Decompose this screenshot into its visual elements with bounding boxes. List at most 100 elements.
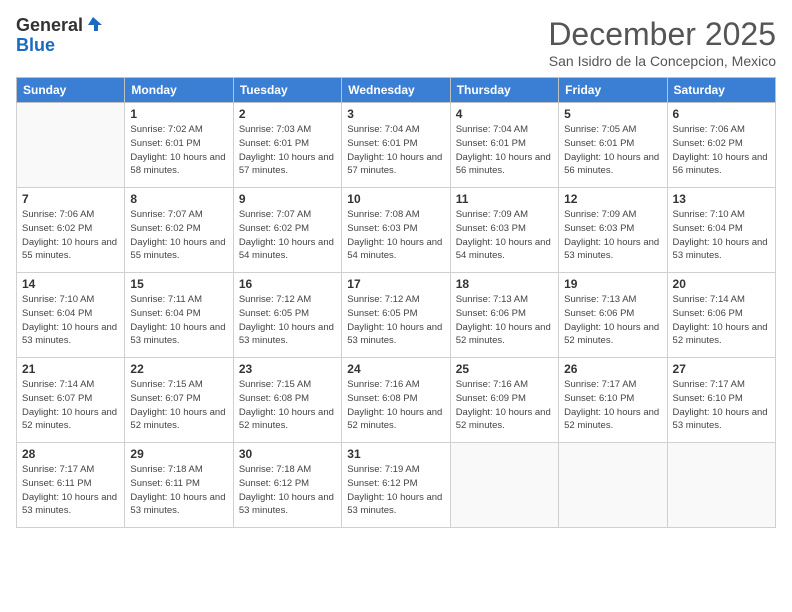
day-number: 21 xyxy=(22,362,119,376)
day-info: Sunrise: 7:07 AMSunset: 6:02 PMDaylight:… xyxy=(239,208,336,263)
calendar-cell: 27 Sunrise: 7:17 AMSunset: 6:10 PMDayligh… xyxy=(667,358,775,443)
calendar-cell: 9 Sunrise: 7:07 AMSunset: 6:02 PMDaylight… xyxy=(233,188,341,273)
day-number: 5 xyxy=(564,107,661,121)
calendar-cell: 5 Sunrise: 7:05 AMSunset: 6:01 PMDaylight… xyxy=(559,103,667,188)
calendar-cell: 1 Sunrise: 7:02 AMSunset: 6:01 PMDaylight… xyxy=(125,103,233,188)
calendar-table: SundayMondayTuesdayWednesdayThursdayFrid… xyxy=(16,77,776,528)
day-info: Sunrise: 7:18 AMSunset: 6:12 PMDaylight:… xyxy=(239,463,336,518)
calendar-cell xyxy=(667,443,775,528)
calendar-week-row: 28 Sunrise: 7:17 AMSunset: 6:11 PMDayligh… xyxy=(17,443,776,528)
day-number: 6 xyxy=(673,107,770,121)
calendar-header-row: SundayMondayTuesdayWednesdayThursdayFrid… xyxy=(17,78,776,103)
calendar-cell: 16 Sunrise: 7:12 AMSunset: 6:05 PMDayligh… xyxy=(233,273,341,358)
day-number: 13 xyxy=(673,192,770,206)
day-info: Sunrise: 7:15 AMSunset: 6:08 PMDaylight:… xyxy=(239,378,336,433)
day-header-friday: Friday xyxy=(559,78,667,103)
day-header-thursday: Thursday xyxy=(450,78,558,103)
day-number: 19 xyxy=(564,277,661,291)
day-number: 22 xyxy=(130,362,227,376)
month-title: December 2025 xyxy=(548,16,776,53)
day-info: Sunrise: 7:13 AMSunset: 6:06 PMDaylight:… xyxy=(564,293,661,348)
day-header-monday: Monday xyxy=(125,78,233,103)
calendar-cell: 28 Sunrise: 7:17 AMSunset: 6:11 PMDayligh… xyxy=(17,443,125,528)
day-info: Sunrise: 7:12 AMSunset: 6:05 PMDaylight:… xyxy=(239,293,336,348)
day-info: Sunrise: 7:16 AMSunset: 6:09 PMDaylight:… xyxy=(456,378,553,433)
day-number: 8 xyxy=(130,192,227,206)
day-info: Sunrise: 7:17 AMSunset: 6:11 PMDaylight:… xyxy=(22,463,119,518)
calendar-cell: 20 Sunrise: 7:14 AMSunset: 6:06 PMDayligh… xyxy=(667,273,775,358)
day-info: Sunrise: 7:14 AMSunset: 6:06 PMDaylight:… xyxy=(673,293,770,348)
day-info: Sunrise: 7:11 AMSunset: 6:04 PMDaylight:… xyxy=(130,293,227,348)
day-number: 28 xyxy=(22,447,119,461)
day-info: Sunrise: 7:16 AMSunset: 6:08 PMDaylight:… xyxy=(347,378,444,433)
calendar-cell xyxy=(17,103,125,188)
page-header: General Blue December 2025 San Isidro de… xyxy=(16,16,776,69)
calendar-week-row: 7 Sunrise: 7:06 AMSunset: 6:02 PMDaylight… xyxy=(17,188,776,273)
calendar-cell: 4Sunrise: 7:04 AMSunset: 6:01 PMDaylight… xyxy=(450,103,558,188)
day-info: Sunrise: 7:19 AMSunset: 6:12 PMDaylight:… xyxy=(347,463,444,518)
calendar-cell: 19 Sunrise: 7:13 AMSunset: 6:06 PMDayligh… xyxy=(559,273,667,358)
calendar-cell: 2Sunrise: 7:03 AMSunset: 6:01 PMDaylight… xyxy=(233,103,341,188)
location-title: San Isidro de la Concepcion, Mexico xyxy=(548,53,776,69)
calendar-cell: 31 Sunrise: 7:19 AMSunset: 6:12 PMDayligh… xyxy=(342,443,450,528)
calendar-cell: 6Sunrise: 7:06 AMSunset: 6:02 PMDaylight… xyxy=(667,103,775,188)
calendar-cell: 24 Sunrise: 7:16 AMSunset: 6:08 PMDayligh… xyxy=(342,358,450,443)
day-number: 26 xyxy=(564,362,661,376)
day-info: Sunrise: 7:17 AMSunset: 6:10 PMDaylight:… xyxy=(673,378,770,433)
calendar-week-row: 21 Sunrise: 7:14 AMSunset: 6:07 PMDayligh… xyxy=(17,358,776,443)
day-header-tuesday: Tuesday xyxy=(233,78,341,103)
calendar-week-row: 14Sunrise: 7:10 AMSunset: 6:04 PMDayligh… xyxy=(17,273,776,358)
day-number: 14 xyxy=(22,277,119,291)
calendar-cell: 22 Sunrise: 7:15 AMSunset: 6:07 PMDayligh… xyxy=(125,358,233,443)
day-number: 11 xyxy=(456,192,553,206)
day-number: 12 xyxy=(564,192,661,206)
day-number: 10 xyxy=(347,192,444,206)
day-number: 27 xyxy=(673,362,770,376)
day-number: 4 xyxy=(456,107,553,121)
day-number: 25 xyxy=(456,362,553,376)
day-header-saturday: Saturday xyxy=(667,78,775,103)
day-number: 30 xyxy=(239,447,336,461)
day-info: Sunrise: 7:17 AMSunset: 6:10 PMDaylight:… xyxy=(564,378,661,433)
day-info: Sunrise: 7:14 AMSunset: 6:07 PMDaylight:… xyxy=(22,378,119,433)
calendar-week-row: 1 Sunrise: 7:02 AMSunset: 6:01 PMDaylight… xyxy=(17,103,776,188)
day-info: Sunrise: 7:12 AMSunset: 6:05 PMDaylight:… xyxy=(347,293,444,348)
day-info: Sunrise: 7:05 AMSunset: 6:01 PMDaylight:… xyxy=(564,123,661,178)
day-number: 31 xyxy=(347,447,444,461)
calendar-cell xyxy=(450,443,558,528)
day-info: Sunrise: 7:09 AMSunset: 6:03 PMDaylight:… xyxy=(456,208,553,263)
day-number: 23 xyxy=(239,362,336,376)
calendar-cell: 13 Sunrise: 7:10 AMSunset: 6:04 PMDayligh… xyxy=(667,188,775,273)
day-info: Sunrise: 7:18 AMSunset: 6:11 PMDaylight:… xyxy=(130,463,227,518)
day-info: Sunrise: 7:13 AMSunset: 6:06 PMDaylight:… xyxy=(456,293,553,348)
title-block: December 2025 San Isidro de la Concepcio… xyxy=(548,16,776,69)
day-header-sunday: Sunday xyxy=(17,78,125,103)
calendar-cell: 10 Sunrise: 7:08 AMSunset: 6:03 PMDayligh… xyxy=(342,188,450,273)
day-info: Sunrise: 7:15 AMSunset: 6:07 PMDaylight:… xyxy=(130,378,227,433)
day-info: Sunrise: 7:03 AMSunset: 6:01 PMDaylight:… xyxy=(239,123,336,178)
day-number: 18 xyxy=(456,277,553,291)
day-number: 3 xyxy=(347,107,444,121)
calendar-cell: 26 Sunrise: 7:17 AMSunset: 6:10 PMDayligh… xyxy=(559,358,667,443)
day-info: Sunrise: 7:02 AMSunset: 6:01 PMDaylight:… xyxy=(130,123,227,178)
calendar-cell: 23 Sunrise: 7:15 AMSunset: 6:08 PMDayligh… xyxy=(233,358,341,443)
calendar-cell: 11 Sunrise: 7:09 AMSunset: 6:03 PMDayligh… xyxy=(450,188,558,273)
day-info: Sunrise: 7:09 AMSunset: 6:03 PMDaylight:… xyxy=(564,208,661,263)
calendar-cell: 29 Sunrise: 7:18 AMSunset: 6:11 PMDayligh… xyxy=(125,443,233,528)
calendar-cell: 12 Sunrise: 7:09 AMSunset: 6:03 PMDayligh… xyxy=(559,188,667,273)
day-number: 24 xyxy=(347,362,444,376)
calendar-cell: 8Sunrise: 7:07 AMSunset: 6:02 PMDaylight… xyxy=(125,188,233,273)
day-info: Sunrise: 7:06 AMSunset: 6:02 PMDaylight:… xyxy=(22,208,119,263)
day-number: 9 xyxy=(239,192,336,206)
logo-bird-icon xyxy=(84,15,102,33)
calendar-cell: 17Sunrise: 7:12 AMSunset: 6:05 PMDayligh… xyxy=(342,273,450,358)
day-number: 16 xyxy=(239,277,336,291)
day-number: 1 xyxy=(130,107,227,121)
day-number: 29 xyxy=(130,447,227,461)
day-info: Sunrise: 7:10 AMSunset: 6:04 PMDaylight:… xyxy=(673,208,770,263)
day-number: 7 xyxy=(22,192,119,206)
day-number: 20 xyxy=(673,277,770,291)
logo-general: General xyxy=(16,16,83,36)
day-info: Sunrise: 7:08 AMSunset: 6:03 PMDaylight:… xyxy=(347,208,444,263)
day-number: 15 xyxy=(130,277,227,291)
